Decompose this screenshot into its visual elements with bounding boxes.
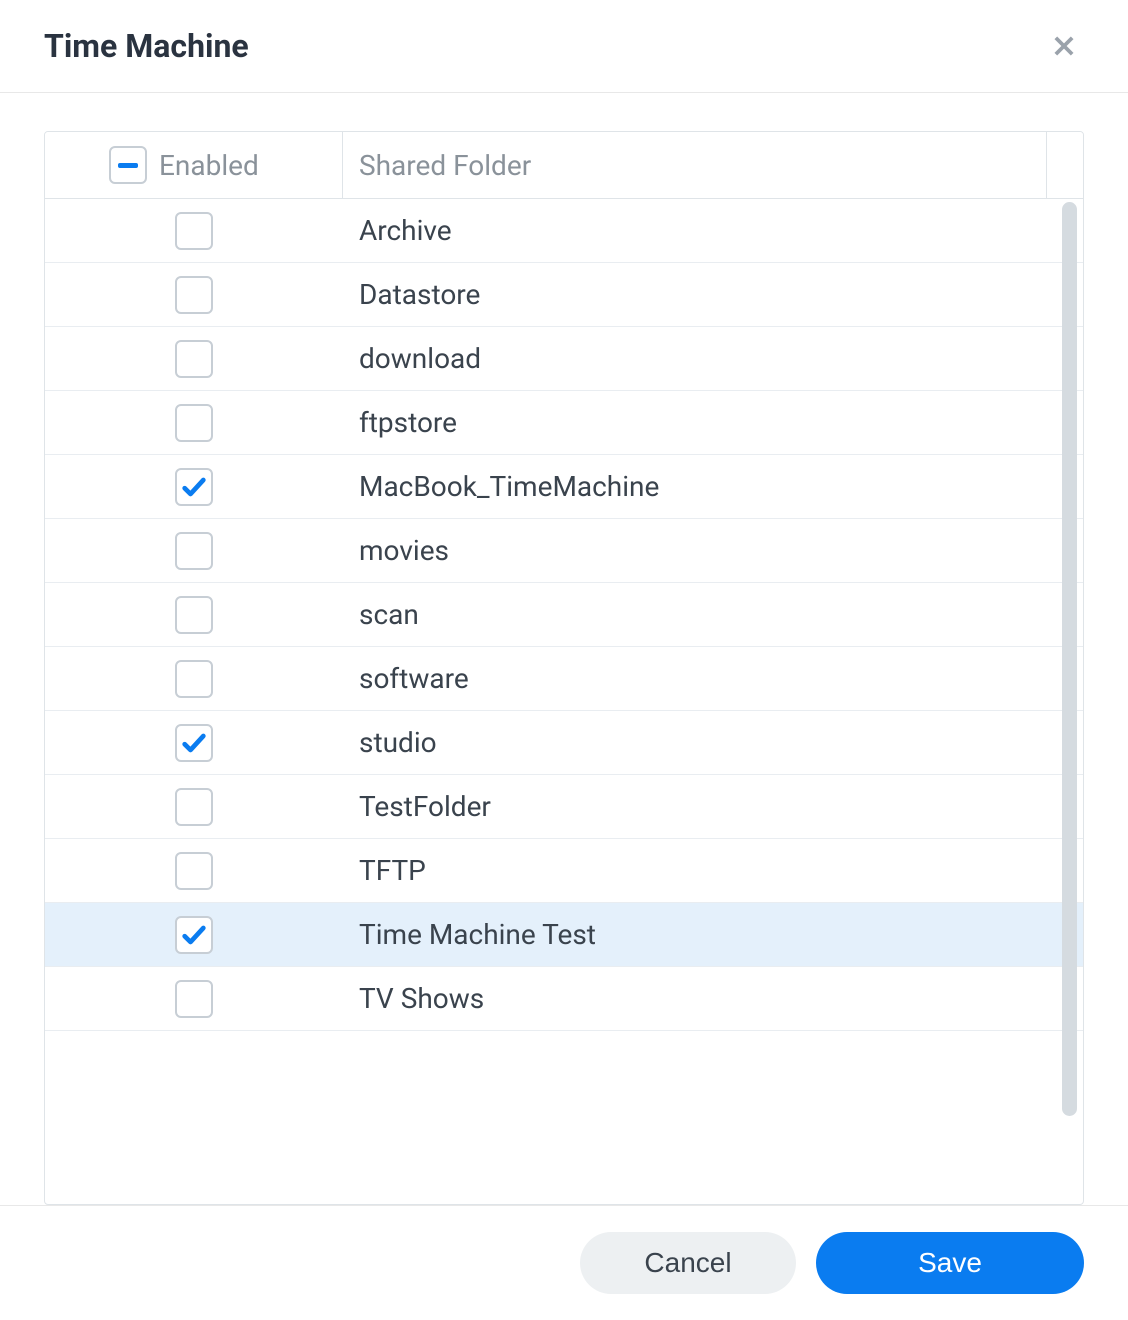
table-row[interactable]: ftpstore	[45, 391, 1083, 455]
row-enabled-cell	[45, 391, 343, 454]
row-checkbox[interactable]	[175, 916, 213, 954]
row-folder-name: Archive	[343, 199, 1083, 262]
row-enabled-cell	[45, 839, 343, 902]
row-folder-name: Time Machine Test	[343, 903, 1083, 966]
table-row[interactable]: movies	[45, 519, 1083, 583]
row-checkbox[interactable]	[175, 724, 213, 762]
dialog-body: Enabled Shared Folder ArchiveDatastoredo…	[0, 93, 1128, 1205]
table-row[interactable]: TestFolder	[45, 775, 1083, 839]
row-checkbox[interactable]	[175, 404, 213, 442]
row-enabled-cell	[45, 903, 343, 966]
row-checkbox[interactable]	[175, 212, 213, 250]
row-folder-name: scan	[343, 583, 1083, 646]
row-enabled-cell	[45, 711, 343, 774]
table-row[interactable]: studio	[45, 711, 1083, 775]
row-folder-name: studio	[343, 711, 1083, 774]
table-row[interactable]: Datastore	[45, 263, 1083, 327]
dialog-header: Time Machine	[0, 0, 1128, 93]
row-enabled-cell	[45, 199, 343, 262]
row-enabled-cell	[45, 775, 343, 838]
shared-folder-header-label: Shared Folder	[359, 149, 531, 182]
row-checkbox[interactable]	[175, 660, 213, 698]
row-enabled-cell	[45, 519, 343, 582]
row-enabled-cell	[45, 455, 343, 518]
row-folder-name: MacBook_TimeMachine	[343, 455, 1083, 518]
close-icon	[1050, 32, 1078, 60]
enabled-header-label: Enabled	[159, 149, 259, 182]
row-enabled-cell	[45, 263, 343, 326]
row-enabled-cell	[45, 327, 343, 390]
table-header-row: Enabled Shared Folder	[45, 132, 1083, 199]
time-machine-dialog: Time Machine Enabled Shared Folder	[0, 0, 1128, 1320]
select-all-checkbox[interactable]	[109, 146, 147, 184]
row-enabled-cell	[45, 583, 343, 646]
row-folder-name: TestFolder	[343, 775, 1083, 838]
row-folder-name: movies	[343, 519, 1083, 582]
table-rows-container: ArchiveDatastoredownloadftpstoreMacBook_…	[45, 199, 1083, 1204]
column-header-shared-folder[interactable]: Shared Folder	[343, 132, 1047, 198]
row-checkbox[interactable]	[175, 852, 213, 890]
dialog-footer: Cancel Save	[0, 1205, 1128, 1320]
save-button[interactable]: Save	[816, 1232, 1084, 1294]
row-folder-name: download	[343, 327, 1083, 390]
scrollbar-thumb[interactable]	[1062, 202, 1077, 1116]
table-row[interactable]: TFTP	[45, 839, 1083, 903]
row-folder-name: Datastore	[343, 263, 1083, 326]
table-row[interactable]: Archive	[45, 199, 1083, 263]
row-checkbox[interactable]	[175, 980, 213, 1018]
table-row[interactable]: scan	[45, 583, 1083, 647]
row-folder-name: TFTP	[343, 839, 1083, 902]
row-checkbox[interactable]	[175, 596, 213, 634]
column-header-extra	[1047, 132, 1083, 198]
row-folder-name: software	[343, 647, 1083, 710]
dialog-title: Time Machine	[44, 27, 249, 65]
table-row[interactable]: software	[45, 647, 1083, 711]
row-checkbox[interactable]	[175, 532, 213, 570]
row-checkbox[interactable]	[175, 340, 213, 378]
scrollbar-track[interactable]	[1062, 202, 1077, 1196]
table-row[interactable]: download	[45, 327, 1083, 391]
row-folder-name: TV Shows	[343, 967, 1083, 1030]
table-row[interactable]: MacBook_TimeMachine	[45, 455, 1083, 519]
row-checkbox[interactable]	[175, 468, 213, 506]
row-checkbox[interactable]	[175, 788, 213, 826]
close-button[interactable]	[1044, 26, 1084, 66]
cancel-button[interactable]: Cancel	[580, 1232, 796, 1294]
row-enabled-cell	[45, 967, 343, 1030]
row-folder-name: ftpstore	[343, 391, 1083, 454]
shared-folder-table: Enabled Shared Folder ArchiveDatastoredo…	[44, 131, 1084, 1205]
row-checkbox[interactable]	[175, 276, 213, 314]
table-row[interactable]: TV Shows	[45, 967, 1083, 1031]
row-enabled-cell	[45, 647, 343, 710]
column-header-enabled[interactable]: Enabled	[45, 132, 343, 198]
table-row[interactable]: Time Machine Test	[45, 903, 1083, 967]
